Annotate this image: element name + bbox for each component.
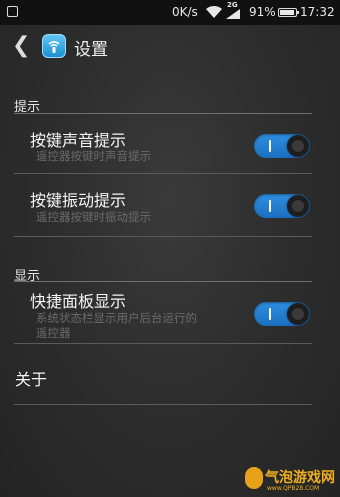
watermark-logo: 气泡游戏网 www.QPB28.COM [245,464,340,497]
setting-subtitle: 遥控器按键时声音提示 [36,149,151,163]
remote-app-icon [42,34,66,58]
section-divider [14,281,312,282]
setting-title: 按键声音提示 [30,131,127,150]
wifi-icon [206,5,222,18]
watermark-name: 气泡游戏网 [265,470,335,486]
about-item[interactable]: 关于 [15,366,47,390]
page-title: 设置 [74,40,108,60]
row-divider [14,236,312,237]
setting-title: 按键振动提示 [30,191,127,210]
key-vibration-toggle[interactable] [254,194,310,218]
row-divider [14,404,312,405]
watermark-url: www.QPB28.COM [267,485,320,492]
battery-icon [278,8,299,17]
setting-subtitle: 系统状态栏显示用户后台运行的 [36,311,197,325]
network-speed: 0K/s [172,5,198,19]
status-bar: 0K/s 2G 91% 17:32 [0,0,340,25]
image-notification-icon [7,6,18,17]
network-type-label: 2G [227,1,238,9]
section-divider [14,113,312,114]
quick-panel-toggle[interactable] [254,302,310,326]
key-sound-toggle[interactable] [254,134,310,158]
setting-subtitle: 遥控器按键时振动提示 [36,210,151,224]
battery-percent: 91% [249,5,276,19]
setting-subtitle-continued: 遥控器 [36,326,71,340]
row-divider [14,343,312,344]
bubble-logo-icon [245,467,263,489]
row-divider [14,173,312,174]
setting-title: 快捷面板显示 [30,292,127,311]
back-chevron-icon[interactable]: ❮ [12,35,30,57]
title-bar: ❮ 设置 [0,25,340,67]
clock: 17:32 [300,5,335,19]
signal-icon [226,9,240,19]
